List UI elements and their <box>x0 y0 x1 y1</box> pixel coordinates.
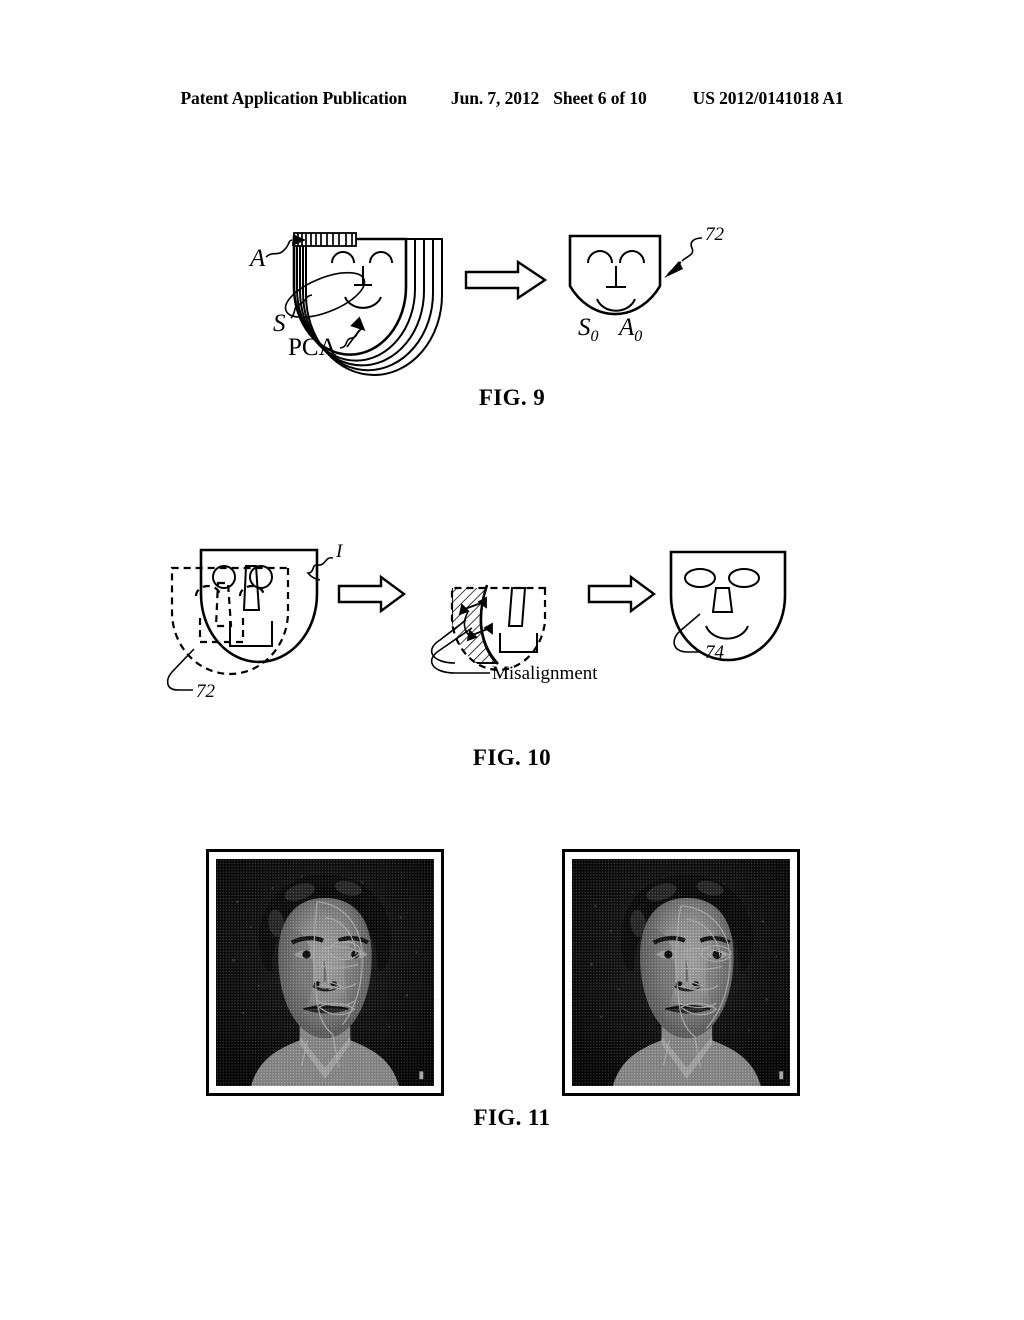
fig9-label-72: 72 <box>664 224 725 278</box>
fig9-model-face-features <box>331 251 393 309</box>
fig9-label-A0: A0 <box>617 314 642 345</box>
figure-11-left-photo-frame <box>206 849 444 1096</box>
fig10-panel-input: I 72 <box>166 541 344 702</box>
fig9-mean-params: S0 A0 <box>578 314 642 345</box>
fig9-label-S-text: S <box>273 310 286 337</box>
fig10-label-74: 74 <box>673 613 725 663</box>
fig9-label-A-text: A <box>248 245 266 272</box>
fig10-label-input-image: I <box>306 541 344 581</box>
halftone-screen <box>572 859 790 1086</box>
corner-artifact <box>419 1071 424 1080</box>
fig9-label-S0: S0 <box>578 314 599 345</box>
figure-10: I 72 Misalignment 74 FIG. 10 <box>0 500 1024 800</box>
figure-9: A S PCA 72 S0 A0 FIG. 9 <box>0 200 1024 440</box>
figure-11: FIG. 11 <box>0 840 1024 1160</box>
header-sheet-text: Sheet 6 of 10 <box>553 88 647 108</box>
figure-9-drawing: A S PCA 72 S0 A0 <box>248 224 725 376</box>
figure-10-drawing: I 72 Misalignment 74 <box>166 541 787 702</box>
fig9-label-PCA-text: PCA <box>288 334 337 361</box>
fig10-transition-arrow-2 <box>587 574 657 614</box>
header-document-number: US 2012/0141018 A1 <box>692 88 844 108</box>
fig9-transition-arrow <box>464 259 548 301</box>
fig10-label-72-text: 72 <box>196 681 216 702</box>
figure-9-caption: FIG. 9 <box>478 385 546 410</box>
fig10-input-face-solid <box>199 548 319 664</box>
fig9-mean-face <box>568 234 662 316</box>
fig10-panel2-features <box>499 587 538 653</box>
fig10-panel-result: 74 <box>669 550 787 663</box>
header-publication-text: Patent Application Publication <box>180 88 407 108</box>
left-photo-content <box>216 859 434 1086</box>
right-photo-content <box>572 859 790 1086</box>
fig9-label-72-text: 72 <box>705 224 725 245</box>
fig10-label-I-text: I <box>335 541 344 562</box>
halftone-screen <box>216 859 434 1086</box>
fig10-transition-arrow-1 <box>337 574 407 614</box>
fig10-panel-misalignment: Misalignment <box>430 584 598 684</box>
header-date-text: Jun. 7, 2012 <box>450 88 540 108</box>
figure-11-right-photo-frame <box>562 849 800 1096</box>
figure-11-left-photo <box>216 859 434 1086</box>
figure-10-caption: FIG. 10 <box>472 745 552 770</box>
page-header: Patent Application Publication Jun. 7, 2… <box>0 88 1024 114</box>
figure-11-right-photo <box>572 859 790 1086</box>
figure-11-caption: FIG. 11 <box>473 1105 551 1130</box>
fig10-label-74-text: 74 <box>705 642 725 663</box>
corner-artifact <box>779 1071 784 1080</box>
fig10-label-misalignment-text: Misalignment <box>492 663 598 684</box>
